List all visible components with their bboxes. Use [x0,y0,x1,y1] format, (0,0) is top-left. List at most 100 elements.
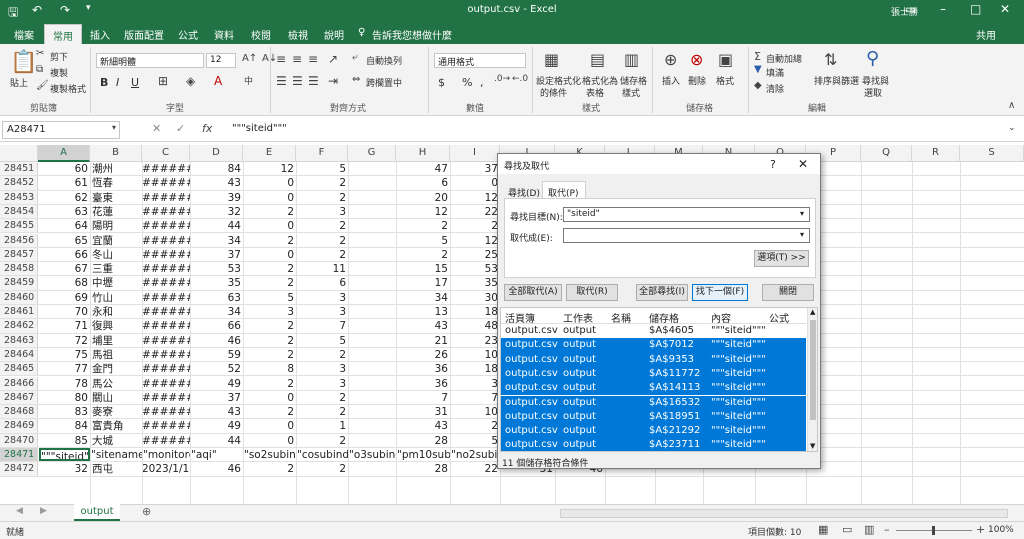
cell-h[interactable]: 47 [396,162,450,175]
cell-i[interactable]: 48 [450,319,500,332]
cell-d[interactable]: 35 [190,276,243,289]
results-scrollbar[interactable]: ▲ ▼ [807,308,817,451]
tell-me-search[interactable]: 告訴我您想做什麼 [372,27,452,42]
header-cell[interactable]: """siteid""" [39,448,90,462]
header-cell[interactable]: "cosubinde [297,448,348,461]
italic-button[interactable]: I [116,76,119,89]
font-color-icon[interactable]: A [214,74,222,88]
cell-d[interactable]: 34 [190,234,243,247]
cell-c[interactable]: ######## [142,219,190,232]
row-header[interactable]: 28461 [0,305,38,319]
tab-formulas[interactable]: 公式 [178,27,198,42]
row-header[interactable]: 28464 [0,347,38,362]
cell-d[interactable]: 59 [190,348,243,361]
header-cell[interactable]: 儲存格 [649,310,679,325]
fill-button[interactable]: 填滿 [766,66,784,79]
autosum-button[interactable]: 自動加總 [766,52,802,65]
cell-h[interactable]: 20 [396,191,450,204]
header-book[interactable]: 活頁簿 [505,310,535,325]
cell-b[interactable]: 西屯 [92,462,142,475]
cell-e[interactable]: 5 [243,291,296,304]
header-formula[interactable]: 公式 [769,310,789,325]
underline-button[interactable]: U [131,76,139,89]
insert-cells-icon[interactable]: ⊕ [664,50,677,69]
column-header-r[interactable]: R [912,145,960,162]
cell-e[interactable]: 0 [243,219,296,232]
zoom-out-icon[interactable]: – [884,523,890,536]
cell-b[interactable]: 麥寮 [92,405,142,418]
tab-file[interactable]: 檔案 [14,27,34,42]
cell-b[interactable]: 關山 [92,391,142,404]
name-box[interactable]: A28471 [2,121,120,139]
cell-a[interactable]: 72 [38,334,90,347]
cell-i[interactable]: 3 [450,377,500,390]
result-row[interactable]: output.csv output $A$7012 """siteid""" [501,338,806,353]
format-painter-icon[interactable]: 🖌 [36,80,49,91]
fill-color-icon[interactable]: ◈ [186,74,195,88]
conditional-format-line2[interactable]: 的條件 [540,86,567,99]
cell-i[interactable]: 25 [450,248,500,261]
cell-h[interactable]: 7 [396,391,450,404]
cell-d[interactable]: 66 [190,319,243,332]
confirm-entry-icon[interactable]: ✓ [176,122,185,135]
row-header[interactable]: 28453 [0,190,38,204]
cell-h[interactable]: 2 [396,219,450,232]
cell-e[interactable]: 0 [243,248,296,261]
cell-i[interactable]: 18 [450,305,500,318]
currency-button[interactable]: $ [438,76,445,89]
sort-filter-icon[interactable]: ⇅ [824,50,837,69]
scroll-thumb[interactable] [810,320,816,420]
row-header[interactable]: 28459 [0,276,38,290]
cell-i[interactable]: 22 [450,462,500,475]
cell-e[interactable]: 2 [243,276,296,289]
cell-i[interactable]: 2 [450,219,500,232]
replace-button[interactable]: 取代(R) [566,284,618,301]
cell-f[interactable]: 3 [296,305,348,318]
cell-i[interactable]: 35 [450,276,500,289]
copy-button[interactable]: 複製 [50,66,68,79]
select-all-corner[interactable] [0,145,38,162]
cell-i[interactable]: 18 [450,362,500,375]
cell-c[interactable]: ######## [142,405,190,418]
row-header[interactable]: 28467 [0,390,38,405]
cell-f[interactable]: 2 [296,248,348,261]
cell-c[interactable]: ######## [142,205,190,218]
cell-c[interactable]: ######## [142,334,190,347]
wrap-text-button[interactable]: 自動換列 [366,54,402,67]
cell-i[interactable]: 10 [450,405,500,418]
find-input[interactable]: "siteid" [563,207,810,222]
row-header[interactable]: 28462 [0,319,38,333]
tab-home[interactable]: 常用 [44,24,82,44]
cell-b[interactable]: 永和 [92,305,142,318]
cell-h[interactable]: 12 [396,205,450,218]
find-next-button[interactable]: 找下一個(F) [692,284,748,301]
name-box-dropdown-icon[interactable]: ▾ [112,123,116,132]
cell-d[interactable]: 32 [190,205,243,218]
cell-a[interactable]: 60 [38,162,90,175]
cell-e[interactable]: 2 [243,462,296,475]
find-select-icon[interactable]: ⚲ [866,48,879,69]
row-header[interactable]: 28457 [0,247,38,262]
cell-f[interactable]: 2 [296,348,348,361]
cell-h[interactable]: 36 [396,377,450,390]
cell-a[interactable]: 64 [38,219,90,232]
result-row[interactable]: output.csv output $A$23711 """siteid""" [501,438,806,451]
row-header[interactable]: 28454 [0,204,38,219]
cell-c[interactable]: ######## [142,162,190,175]
header-cell[interactable]: "o3subinde [349,448,396,461]
cell-c[interactable]: ######## [142,191,190,204]
cell-f[interactable]: 2 [296,405,348,418]
autosum-icon[interactable]: Σ [754,50,761,63]
cell-d[interactable]: 37 [190,391,243,404]
formula-input[interactable]: """siteid""" [232,123,287,134]
results-list[interactable]: 活頁簿 工作表 名稱 儲存格 內容 公式 output.csv output $A$… [500,307,818,452]
row-header[interactable]: 28471 [0,448,38,462]
orientation-icon[interactable]: ↗ [328,52,338,66]
scroll-down-icon[interactable]: ▼ [810,442,815,450]
cell-e[interactable]: 2 [243,334,296,347]
tab-help[interactable]: 說明 [324,27,344,42]
cell-a[interactable]: 70 [38,305,90,318]
dialog-help-icon[interactable]: ? [770,158,776,171]
cell-f[interactable]: 2 [296,191,348,204]
cell-b[interactable]: 竹山 [92,291,142,304]
